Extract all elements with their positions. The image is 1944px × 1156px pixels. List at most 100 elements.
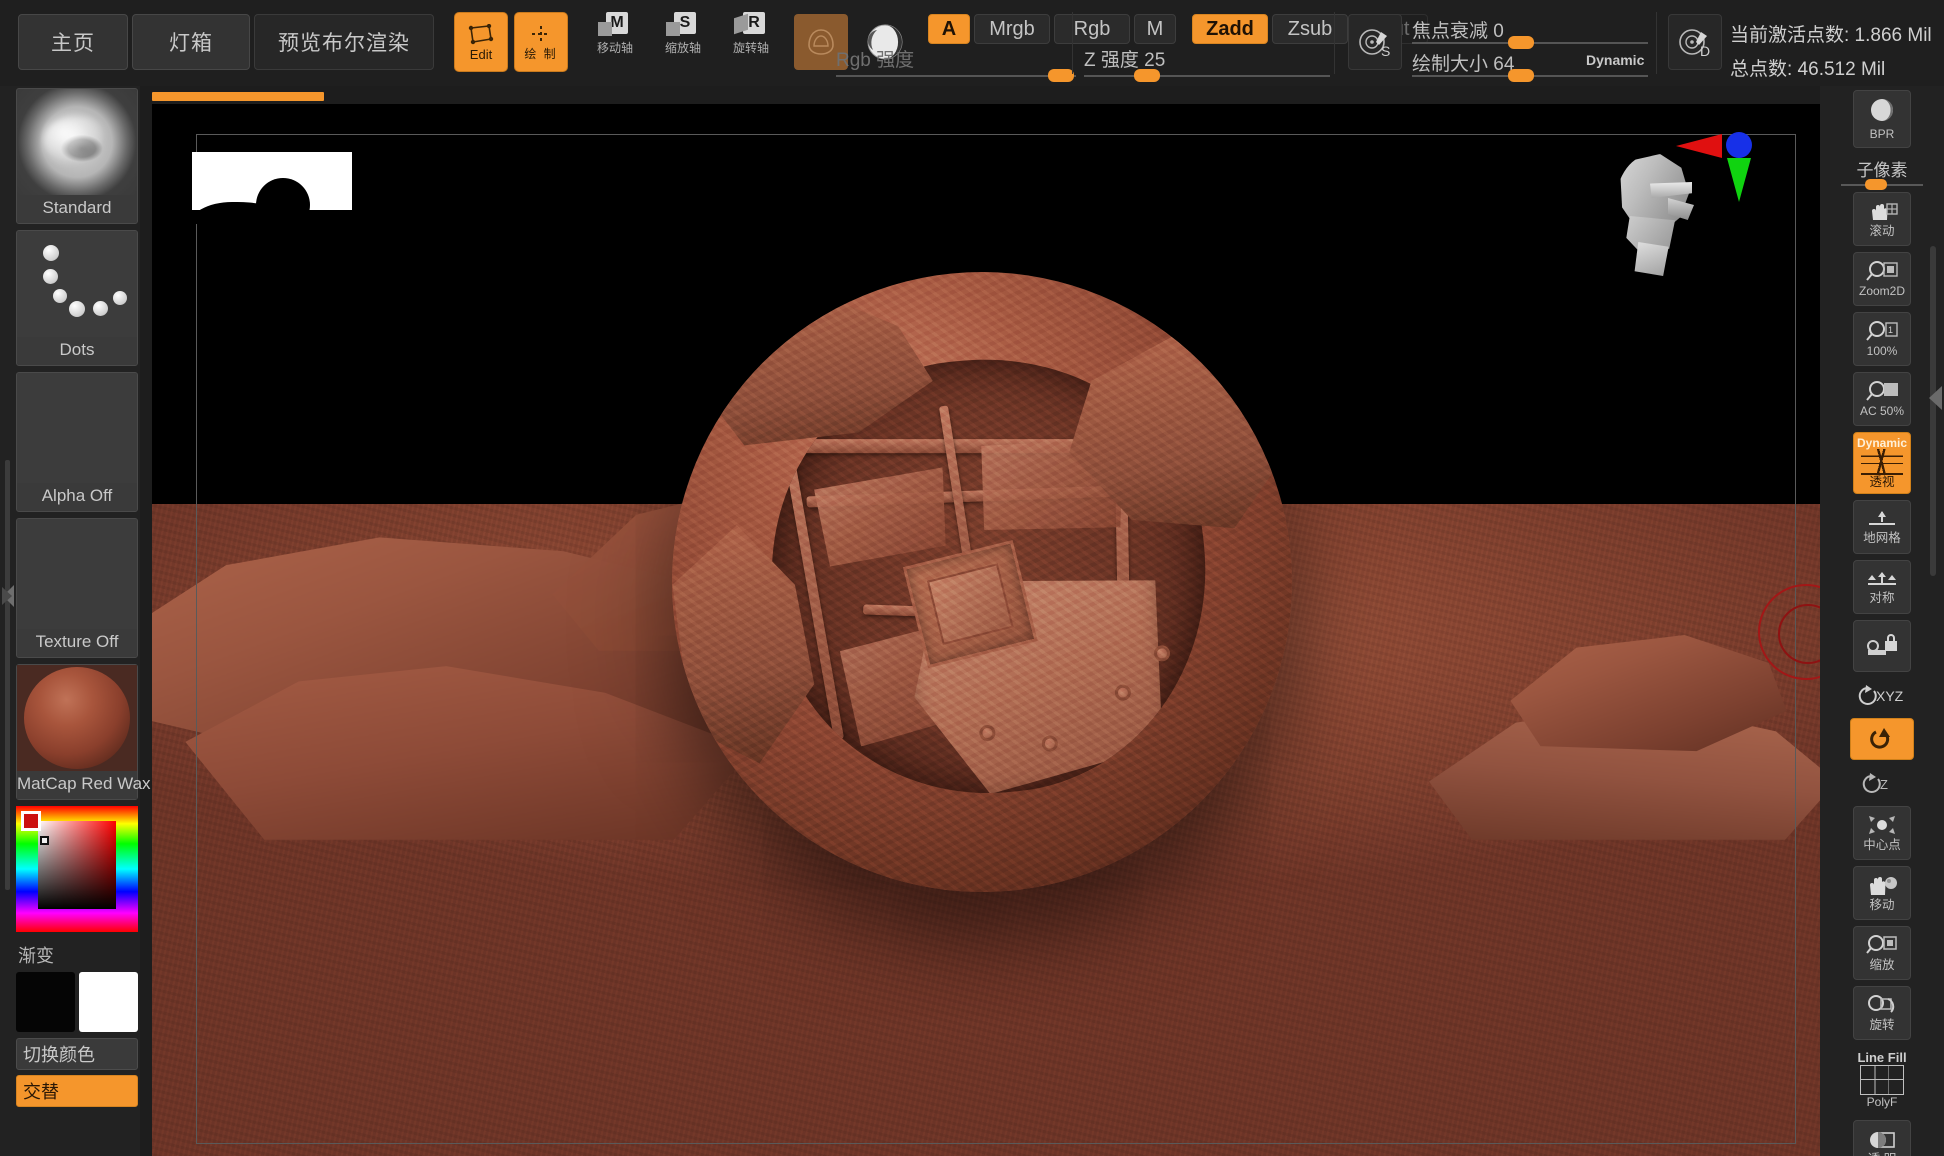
primary-color-swatch[interactable]	[16, 972, 75, 1032]
rotate-z-button[interactable]: Z	[1853, 766, 1911, 800]
right-sidebar: BPR 子像素 滚动 Zoom2D 1 100% AC 50% Dynamic …	[1820, 86, 1944, 1156]
move-axis-button[interactable]: M 移动轴	[586, 12, 644, 72]
toolbar-divider-3	[1656, 12, 1657, 74]
color-picker-cursor[interactable]	[40, 836, 49, 845]
symmetry-button[interactable]: 对称	[1853, 560, 1911, 614]
floor-grid-icon	[1869, 510, 1895, 525]
draw-button[interactable]: 绘 制	[514, 12, 568, 72]
frame-center-icon	[1869, 815, 1895, 834]
move-axis-icon: M	[598, 12, 632, 42]
perspective-button[interactable]: Dynamic 透视	[1853, 432, 1911, 494]
floor-grid-label: 地网格	[1863, 530, 1901, 545]
texture-picker[interactable]: Texture Off	[16, 518, 138, 658]
subpixel-track[interactable]	[1841, 179, 1923, 190]
zoom2d-icon	[1866, 260, 1898, 281]
left-panel-collapse-arrow[interactable]	[0, 566, 16, 626]
draw-label: 绘 制	[524, 47, 558, 61]
actual-size-icon: 1	[1866, 320, 1898, 341]
move-label: 移动	[1869, 897, 1895, 912]
z-intensity-track[interactable]	[1084, 75, 1330, 77]
color-picker-saturation-value[interactable]	[37, 821, 117, 910]
boolean-sphere	[672, 272, 1293, 893]
chevron-left-right-icon	[2, 585, 14, 607]
brush-label: Standard	[17, 195, 137, 223]
subpixel-label: 子像素	[1856, 161, 1908, 180]
left-sidebar: Standard Dots Alpha Off Texture Off MatC…	[0, 86, 151, 1156]
scale-axis-button[interactable]: S 缩放轴	[654, 12, 712, 72]
floor-grid-button[interactable]: 地网格	[1853, 500, 1911, 554]
material-picker[interactable]: MatCap Red Wax	[16, 664, 151, 800]
channel-m[interactable]: M	[1134, 14, 1176, 44]
scale-button[interactable]: 缩放	[1853, 926, 1911, 980]
dynamic-tag[interactable]: Dynamic	[1586, 52, 1644, 68]
color-picker-primary-marker[interactable]	[21, 811, 41, 831]
actual-size-button[interactable]: 1 100%	[1853, 312, 1911, 366]
rgb-intensity-track[interactable]	[836, 75, 1076, 77]
rotate-axis-button[interactable]: R 旋转轴	[722, 12, 780, 72]
subpixel-knob[interactable]	[1865, 179, 1887, 190]
switch-color-button[interactable]: 切换颜色	[16, 1038, 138, 1070]
rotate-y-icon	[1870, 728, 1890, 749]
svg-text:Z: Z	[1880, 777, 1888, 792]
menu-boolean-preview[interactable]: 预览布尔渲染	[254, 14, 434, 70]
stroke-label: Dots	[17, 337, 137, 365]
alternate-button[interactable]: 交替	[16, 1075, 138, 1107]
transparency-icon	[1870, 1131, 1895, 1148]
alpha-label: Alpha Off	[17, 483, 137, 511]
lock-camera-button[interactable]	[1853, 620, 1911, 672]
move-button[interactable]: 移动	[1853, 866, 1911, 920]
focal-shift-knob[interactable]	[1508, 36, 1534, 49]
ac50-button[interactable]: AC 50%	[1853, 372, 1911, 426]
color-swatch-row	[16, 972, 138, 1032]
left-edge-rail[interactable]	[5, 460, 10, 890]
rotate-icon	[1868, 994, 1895, 1013]
frame-button[interactable]: 中心点	[1853, 806, 1911, 860]
actual-size-label: 100%	[1866, 343, 1898, 358]
scale-axis-icon: S	[666, 12, 700, 42]
axis-z-indicator[interactable]	[1726, 132, 1752, 158]
polyframe-button[interactable]: Line Fill PolyF	[1853, 1046, 1911, 1114]
rotate-label: 旋转	[1869, 1017, 1895, 1032]
channel-mrgb[interactable]: Mrgb	[974, 14, 1050, 44]
z-intensity-knob[interactable]	[1134, 69, 1160, 82]
thumbnail-sphere	[256, 178, 310, 224]
bpr-button[interactable]: BPR	[1853, 90, 1911, 148]
scroll-button[interactable]: 滚动	[1853, 192, 1911, 246]
brush-size-icon-button[interactable]: S	[1348, 14, 1402, 70]
rotate-y-button[interactable]	[1850, 718, 1914, 760]
rgb-intensity-knob[interactable]	[1048, 69, 1074, 82]
svg-text:S: S	[1381, 43, 1390, 59]
transparency-button[interactable]: 透 明	[1853, 1120, 1911, 1156]
subpixel-slider[interactable]: 子像素	[1841, 156, 1923, 190]
xyz-button[interactable]: XYZ	[1853, 678, 1911, 712]
secondary-color-swatch[interactable]	[79, 972, 138, 1032]
transparency-label: 透 明	[1868, 1152, 1896, 1156]
zoom2d-button[interactable]: Zoom2D	[1853, 252, 1911, 306]
right-sidebar-rail[interactable]	[1930, 246, 1936, 576]
rotate-button[interactable]: 旋转	[1853, 986, 1911, 1040]
menu-home[interactable]: 主页	[18, 14, 128, 70]
zadd-button[interactable]: Zadd	[1192, 14, 1268, 44]
menu-lightbox[interactable]: 灯箱	[132, 14, 250, 70]
scale-axis-square	[666, 22, 680, 36]
total-points-stat: 总点数: 46.512 Mil	[1730, 59, 1886, 80]
dynamic-brush-icon-button[interactable]: D	[1668, 14, 1722, 70]
color-picker[interactable]	[16, 806, 138, 932]
alpha-picker[interactable]: Alpha Off	[16, 372, 138, 512]
zsub-button[interactable]: Zsub	[1272, 14, 1348, 44]
channel-rgb[interactable]: Rgb	[1054, 14, 1130, 44]
toolbar-divider-1	[1072, 12, 1073, 74]
move-hand-icon	[1870, 876, 1897, 895]
channel-a[interactable]: A	[928, 14, 970, 44]
draw-size-knob[interactable]	[1508, 69, 1534, 82]
symmetry-icon	[1868, 571, 1896, 585]
brush-picker[interactable]: Standard	[16, 88, 138, 224]
stroke-picker[interactable]: Dots	[16, 230, 138, 366]
document-canvas[interactable]	[152, 104, 1820, 1156]
texture-thumbnail	[17, 519, 137, 629]
right-panel-collapse-arrow[interactable]	[1929, 386, 1942, 410]
edit-button[interactable]: Edit	[454, 12, 508, 72]
axis-y-indicator[interactable]	[1727, 158, 1751, 202]
scene-thumbnail[interactable]	[192, 152, 352, 224]
orientation-gizmo[interactable]	[1606, 126, 1756, 276]
